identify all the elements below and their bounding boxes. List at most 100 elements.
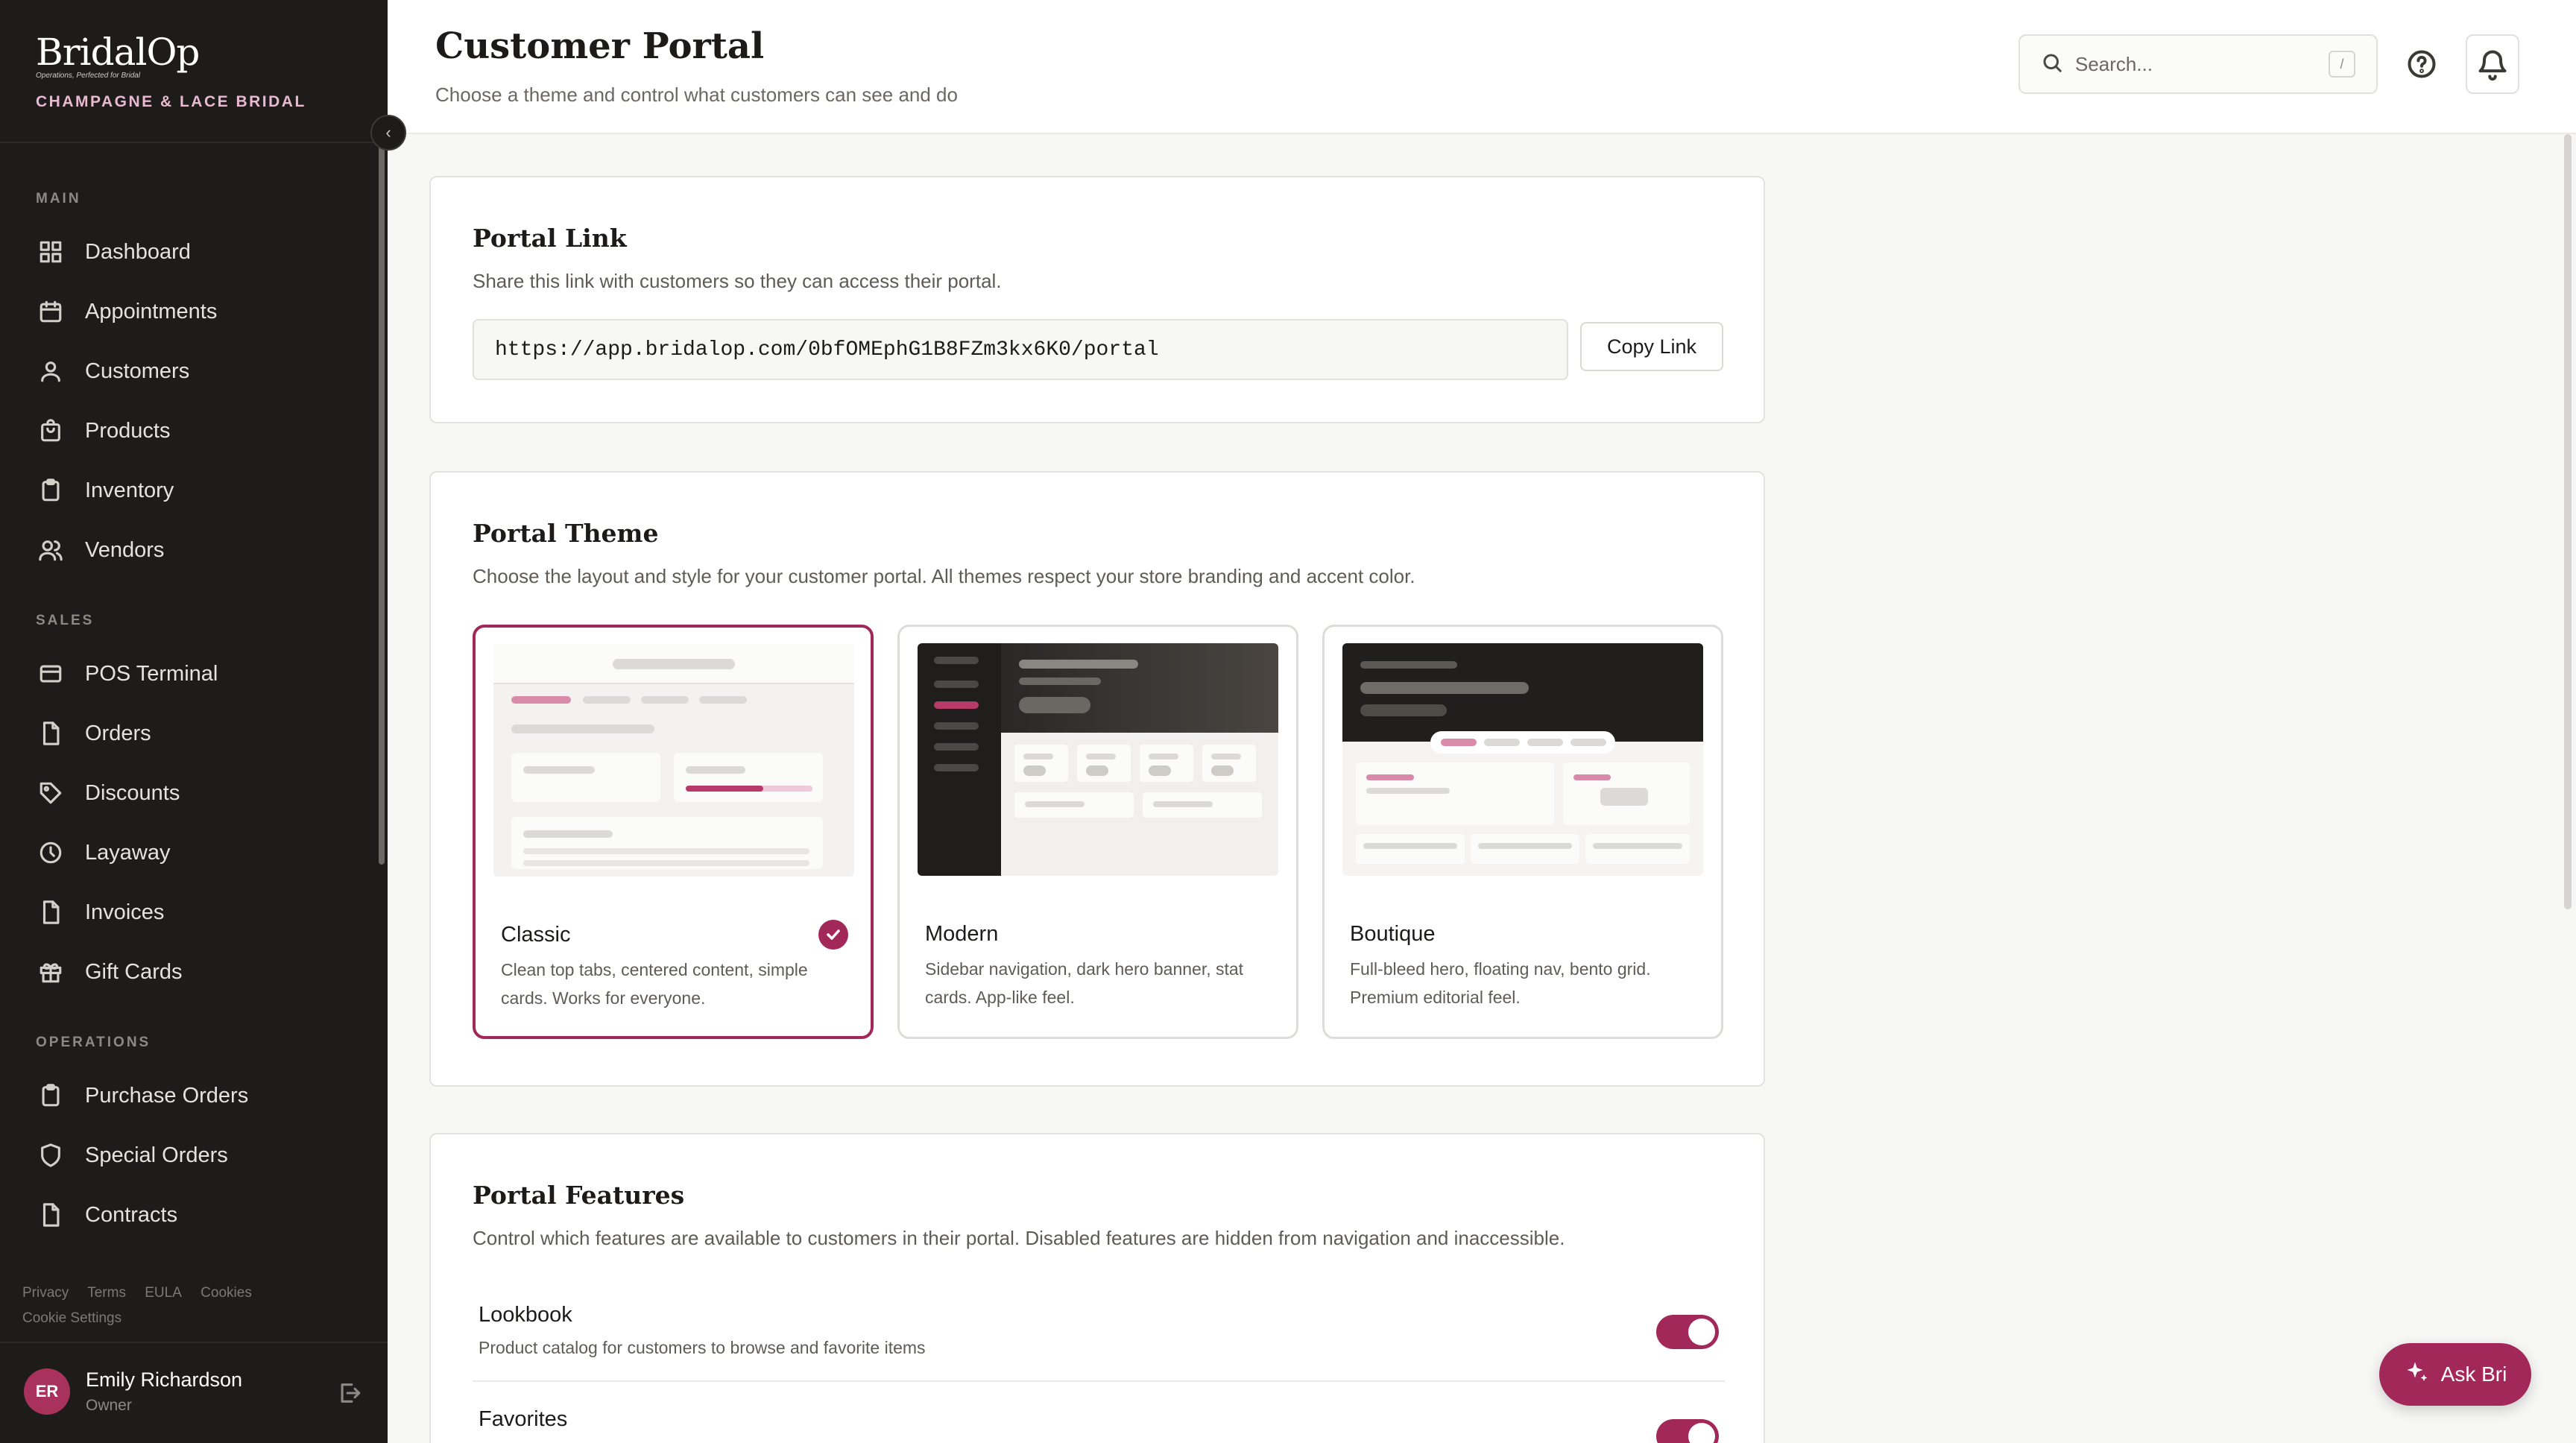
cookie-settings-link[interactable]: Cookie Settings [22,1310,121,1326]
feature-name: Favorites [479,1407,568,1431]
store-name: CHAMPAGNE & LACE BRIDAL [36,93,306,110]
theme-option-classic[interactable]: Classic Clean top tabs, centered content… [473,625,874,1039]
nav-item-appointments[interactable]: Appointments [36,291,364,332]
privacy-link[interactable]: Privacy [22,1285,69,1301]
nav-item-contracts[interactable]: Contracts [36,1194,364,1236]
copy-link-button[interactable]: Copy Link [1580,322,1723,371]
grid-icon [36,237,66,267]
nav-item-dashboard[interactable]: Dashboard [36,231,364,273]
nav-item-special-orders[interactable]: Special Orders [36,1134,364,1176]
collapse-sidebar-button[interactable]: ‹ [370,115,406,151]
theme-option-boutique[interactable]: Boutique Full-bleed hero, floating nav, … [1322,625,1723,1039]
nav-item-label: Products [85,418,171,443]
nav-item-pos-terminal[interactable]: POS Terminal [36,653,364,695]
main-scrollbar[interactable] [2564,134,2572,909]
help-icon[interactable] [2405,48,2438,80]
chevron-left-icon: ‹ [385,123,391,142]
portal-theme-title: Portal Theme [473,519,659,548]
search-icon [2041,51,2063,78]
portal-features-title: Portal Features [473,1181,685,1210]
clock-icon [36,838,66,868]
nav-section-operations: OPERATIONS [36,1035,151,1050]
bag-icon [36,416,66,446]
nav-item-label: Inventory [85,478,174,502]
theme-description: Full-bleed hero, floating nav, bento gri… [1350,959,1651,1007]
logout-icon[interactable] [337,1380,362,1406]
theme-name: Classic [501,923,571,947]
nav-item-discounts[interactable]: Discounts [36,772,364,814]
theme-description: Sidebar navigation, dark hero banner, st… [925,959,1244,1007]
favorites-toggle[interactable] [1656,1419,1719,1443]
terms-link[interactable]: Terms [87,1285,126,1301]
nav-item-label: Special Orders [85,1143,228,1167]
nav-item-label: Appointments [85,299,218,323]
brand: BridalOp Operations, Perfected for Brida… [36,31,306,111]
feature-lookbook: Lookbook Product catalog for customers t… [479,1303,926,1358]
theme-name: Modern [925,922,999,946]
portal-link-title: Portal Link [473,224,627,253]
nav-item-label: Purchase Orders [85,1083,249,1108]
card-icon [36,659,66,689]
page-subtitle: Choose a theme and control what customer… [435,83,958,106]
feature-favorites: Favorites [479,1407,567,1432]
eula-link[interactable]: EULA [145,1285,182,1301]
notifications-button[interactable] [2466,34,2519,94]
feature-divider [473,1380,1725,1382]
theme-description: Clean top tabs, centered content, simple… [501,960,808,1008]
brand-logo[interactable]: BridalOp [36,31,306,73]
nav-item-customers[interactable]: Customers [36,350,364,392]
nav-item-invoices[interactable]: Invoices [36,891,364,933]
classic-preview-image [493,644,854,877]
theme-name: Boutique [1350,922,1436,946]
calendar-icon [36,297,66,326]
document-icon [36,719,66,748]
portal-theme-card: Portal Theme Choose the layout and style… [429,471,1765,1087]
nav-item-orders[interactable]: Orders [36,713,364,754]
clipboard-icon [36,476,66,505]
nav-item-gift-cards[interactable]: Gift Cards [36,951,364,993]
nav-item-label: Vendors [85,537,165,562]
nav-section-sales: SALES [36,613,95,628]
lookbook-toggle[interactable] [1656,1315,1719,1349]
gift-icon [36,957,66,987]
user-role: Owner [86,1397,132,1414]
avatar[interactable]: ER [24,1368,70,1415]
portal-features-card: Portal Features Control which features a… [429,1133,1765,1443]
sidebar-scrollbar[interactable] [379,142,385,865]
portal-features-description: Control which features are available to … [473,1227,1565,1249]
document-icon [36,1200,66,1230]
nav-section-main: MAIN [36,191,81,206]
nav-item-label: Layaway [85,840,171,865]
nav-item-products[interactable]: Products [36,410,364,452]
nav-item-vendors[interactable]: Vendors [36,529,364,571]
sidebar-divider [0,142,388,143]
user-name: Emily Richardson [86,1368,243,1391]
bell-icon [2476,48,2509,81]
ask-bri-button[interactable]: Ask Bri [2379,1343,2531,1406]
feature-name: Lookbook [479,1303,572,1327]
portal-url-field[interactable]: https://app.bridalop.com/0bfOMEphG1B8FZm… [473,319,1568,380]
selected-check-icon [818,920,848,950]
portal-link-description: Share this link with customers so they c… [473,270,1002,292]
nav-item-label: Dashboard [85,239,191,264]
shield-icon [36,1140,66,1170]
search-input[interactable] [2075,52,2321,76]
feature-description: Product catalog for customers to browse … [479,1338,926,1357]
search-box[interactable]: / [2018,34,2378,94]
nav-item-label: Gift Cards [85,959,183,984]
nav-item-purchase-orders[interactable]: Purchase Orders [36,1075,364,1117]
sparkle-icon [2404,1359,2441,1391]
user-divider [0,1342,388,1343]
nav-item-label: Customers [85,359,190,383]
nav-item-inventory[interactable]: Inventory [36,470,364,511]
nav-item-layaway[interactable]: Layaway [36,832,364,874]
page-title: Customer Portal [435,25,765,67]
boutique-preview-image [1342,643,1703,876]
portal-theme-description: Choose the layout and style for your cus… [473,565,1415,587]
cookies-link[interactable]: Cookies [201,1285,252,1301]
user-icon [36,356,66,386]
theme-option-modern[interactable]: Modern Sidebar navigation, dark hero ban… [897,625,1298,1039]
page-header: Customer Portal Choose a theme and contr… [388,0,2576,134]
nav-item-label: Invoices [85,900,165,924]
nav-item-label: Discounts [85,780,180,805]
